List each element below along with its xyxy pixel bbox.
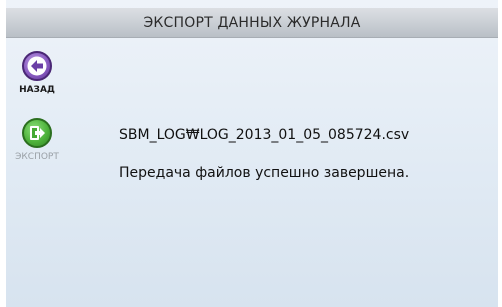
- export-icon: [22, 118, 52, 148]
- export-button-label: ЭКСПОРТ: [15, 152, 59, 162]
- transfer-status-message: Передача файлов успешно завершена.: [119, 165, 410, 181]
- back-button[interactable]: НАЗАД: [14, 51, 60, 96]
- export-button[interactable]: ЭКСПОРТ: [14, 118, 60, 163]
- page-title: ЭКСПОРТ ДАННЫХ ЖУРНАЛА: [143, 14, 361, 31]
- export-log-screen: ЭКСПОРТ ДАННЫХ ЖУРНАЛА НАЗАД ЭКСПОРТ SBM…: [0, 0, 502, 307]
- title-bar: ЭКСПОРТ ДАННЫХ ЖУРНАЛА: [6, 8, 498, 38]
- back-button-label: НАЗАД: [19, 85, 55, 95]
- exported-filename: SBM_LOG₩LOG_2013_01_05_085724.csv: [119, 127, 410, 143]
- arrow-left-icon: [22, 51, 52, 81]
